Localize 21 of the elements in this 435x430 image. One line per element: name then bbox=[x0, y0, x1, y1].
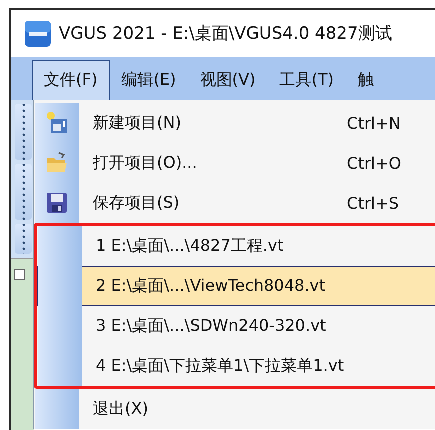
menu-item[interactable]: 新建项目(N) Ctrl+N bbox=[34, 103, 435, 143]
folder-icon bbox=[45, 151, 69, 175]
menu-item[interactable]: 1 E:\桌面\...\4827工程.vt bbox=[37, 226, 435, 266]
toolbar-grip[interactable] bbox=[15, 164, 32, 220]
menu-item[interactable]: 2 E:\桌面\...\ViewTech8048.vt bbox=[37, 266, 435, 306]
menu-item[interactable]: 视图(V) bbox=[188, 60, 268, 100]
menu-item[interactable]: 3 E:\桌面\...\SDWn240-320.vt bbox=[37, 306, 435, 346]
toolbar-grip[interactable] bbox=[15, 224, 32, 254]
menu-item[interactable]: 退出(X) bbox=[34, 389, 435, 429]
menu-item[interactable]: 触 bbox=[346, 60, 386, 100]
menu-item[interactable]: 文件(F) bbox=[32, 60, 110, 100]
menu-item[interactable]: 编辑(E) bbox=[110, 60, 188, 100]
menu-item[interactable]: 4 E:\桌面\下拉菜单1\下拉菜单1.vt bbox=[37, 346, 435, 386]
toolbar-grip[interactable] bbox=[15, 104, 32, 160]
new-project-icon bbox=[45, 111, 69, 135]
collapse-icon[interactable] bbox=[14, 269, 25, 280]
window-title: VGUS 2021 - E:\桌面\VGUS4.0 4827测试 bbox=[59, 23, 392, 45]
menu-item[interactable]: 打开项目(O)... Ctrl+O bbox=[34, 143, 435, 183]
menu-item[interactable]: 保存项目(S) Ctrl+S bbox=[34, 183, 435, 223]
menu-item[interactable]: 工具(T) bbox=[268, 60, 346, 100]
app-logo-icon bbox=[25, 20, 51, 46]
